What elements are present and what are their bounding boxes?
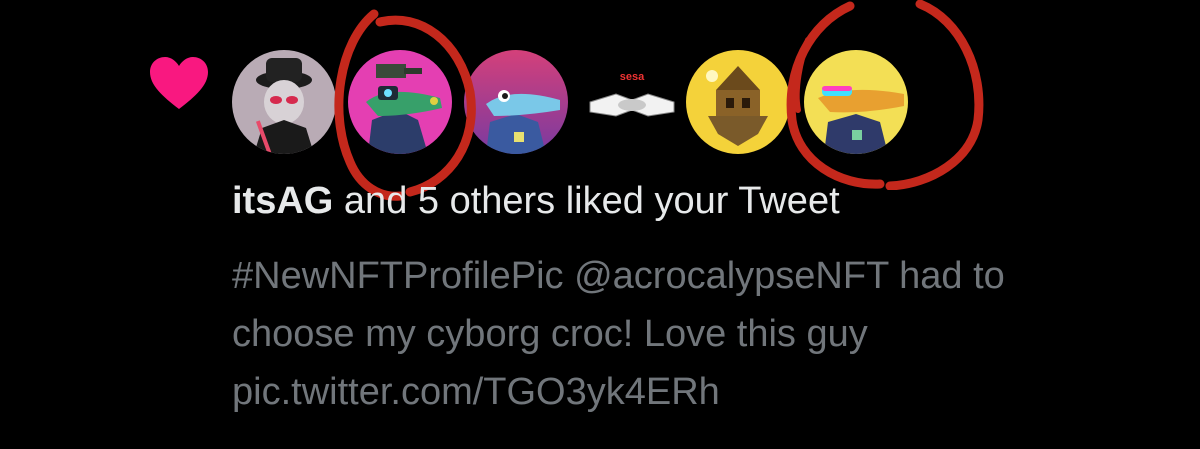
avatar-cyborg-croc[interactable] <box>348 50 452 154</box>
liker-username[interactable]: itsAG <box>232 180 333 222</box>
notification-summary: and 5 others liked your Tweet <box>343 180 840 222</box>
avatar-croc-yellow[interactable] <box>804 50 908 154</box>
tweet-text[interactable]: #NewNFTProfilePic @acrocalypseNFT had to… <box>232 247 1172 421</box>
tweet-text-line: #NewNFTProfilePic @acrocalypseNFT had to <box>232 255 1005 297</box>
avatar-yellow-treehouse[interactable] <box>686 50 790 154</box>
avatar-croc-pink[interactable] <box>464 50 568 154</box>
sesa-label: sesa <box>620 71 645 83</box>
notification-headline[interactable]: itsAG and 5 others liked your Tweet <box>232 178 840 224</box>
tweet-text-line: choose my cyborg croc! Love this guy <box>232 313 868 355</box>
avatar-sesa[interactable]: sesa <box>580 50 684 154</box>
heart-icon <box>150 57 208 109</box>
tweet-link[interactable]: pic.twitter.com/TGO3yk4ERh <box>232 363 1172 421</box>
like-notification[interactable]: sesa itsAG and 5 others liked your Tweet… <box>0 0 1200 449</box>
avatar-itsag[interactable] <box>232 50 336 154</box>
